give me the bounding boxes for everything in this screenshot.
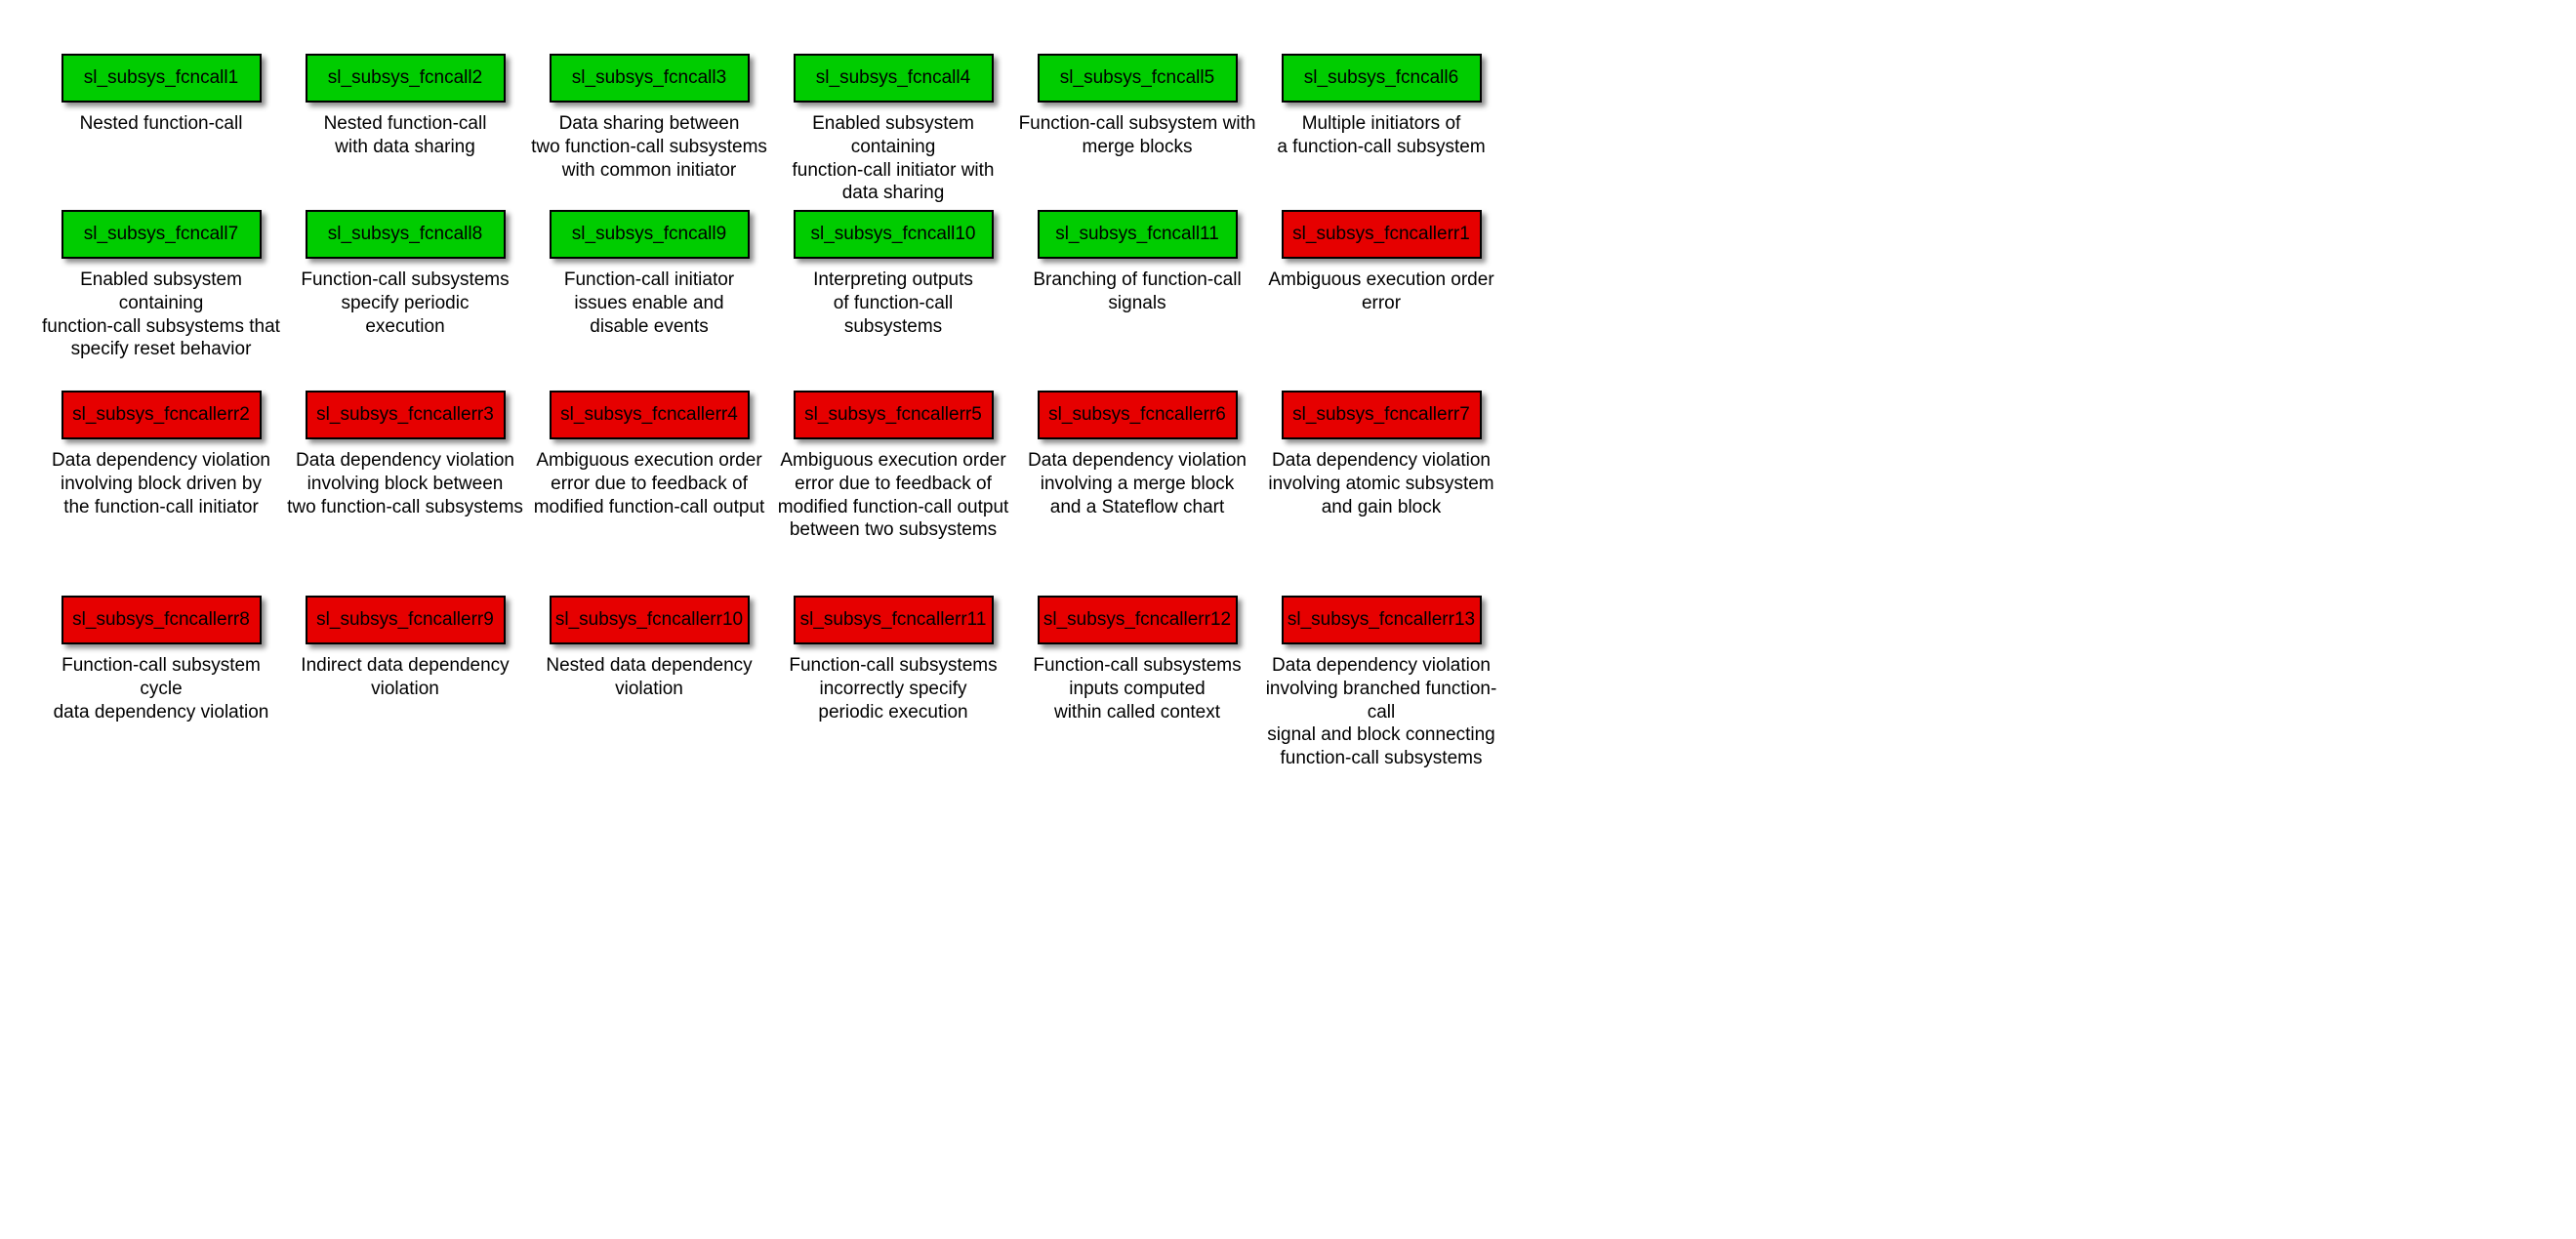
block-cell: sl_subsys_fcncall4 Enabled subsystem con…: [771, 54, 1015, 205]
block-caption: Data dependency violation involving bran…: [1259, 654, 1503, 770]
subsystem-block[interactable]: sl_subsys_fcncall1: [61, 54, 262, 103]
subsystem-block[interactable]: sl_subsys_fcncall9: [550, 210, 750, 259]
subsystem-block[interactable]: sl_subsys_fcncallerr12: [1038, 596, 1238, 644]
block-row: sl_subsys_fcncall1 Nested function-call …: [0, 54, 1503, 205]
block-cell: sl_subsys_fcncall9 Function-call initiat…: [527, 210, 771, 361]
subsystem-block[interactable]: sl_subsys_fcncallerr9: [306, 596, 506, 644]
block-cell: sl_subsys_fcncallerr5 Ambiguous executio…: [771, 391, 1015, 542]
block-caption: Enabled subsystem containing function-ca…: [771, 112, 1015, 205]
block-cell: sl_subsys_fcncallerr12 Function-call sub…: [1015, 596, 1259, 770]
block-caption: Data sharing between two function-call s…: [527, 112, 771, 182]
subsystem-block[interactable]: sl_subsys_fcncallerr4: [550, 391, 750, 439]
subsystem-block[interactable]: sl_subsys_fcncall3: [550, 54, 750, 103]
block-cell: sl_subsys_fcncallerr9 Indirect data depe…: [283, 596, 527, 770]
block-caption: Function-call subsystems specify periodi…: [283, 268, 527, 338]
block-caption: Function-call subsystem cycle data depen…: [39, 654, 283, 723]
block-cell: sl_subsys_fcncall6 Multiple initiators o…: [1259, 54, 1503, 205]
block-caption: Function-call initiator issues enable an…: [527, 268, 771, 338]
block-caption: Ambiguous execution order error: [1259, 268, 1503, 315]
subsystem-block[interactable]: sl_subsys_fcncall4: [794, 54, 994, 103]
subsystem-block[interactable]: sl_subsys_fcncall8: [306, 210, 506, 259]
block-row: sl_subsys_fcncall7 Enabled subsystem con…: [0, 210, 1503, 361]
subsystem-block[interactable]: sl_subsys_fcncallerr2: [61, 391, 262, 439]
subsystem-block[interactable]: sl_subsys_fcncallerr13: [1282, 596, 1482, 644]
subsystem-block[interactable]: sl_subsys_fcncallerr6: [1038, 391, 1238, 439]
block-caption: Ambiguous execution order error due to f…: [771, 449, 1015, 542]
block-caption: Function-call subsystems inputs computed…: [1015, 654, 1259, 723]
block-cell: sl_subsys_fcncall10 Interpreting outputs…: [771, 210, 1015, 361]
subsystem-block[interactable]: sl_subsys_fcncallerr11: [794, 596, 994, 644]
block-row: sl_subsys_fcncallerr8 Function-call subs…: [0, 596, 1503, 770]
block-caption: Data dependency violation involving atom…: [1259, 449, 1503, 518]
block-cell: sl_subsys_fcncallerr10 Nested data depen…: [527, 596, 771, 770]
block-cell: sl_subsys_fcncallerr3 Data dependency vi…: [283, 391, 527, 542]
block-cell: sl_subsys_fcncallerr7 Data dependency vi…: [1259, 391, 1503, 542]
block-caption: Nested function-call: [39, 112, 283, 136]
block-cell: sl_subsys_fcncall8 Function-call subsyst…: [283, 210, 527, 361]
block-caption: Ambiguous execution order error due to f…: [527, 449, 771, 518]
block-cell: sl_subsys_fcncall3 Data sharing between …: [527, 54, 771, 205]
block-caption: Indirect data dependency violation: [283, 654, 527, 701]
subsystem-block[interactable]: sl_subsys_fcncall5: [1038, 54, 1238, 103]
block-cell: sl_subsys_fcncallerr2 Data dependency vi…: [39, 391, 283, 542]
block-caption: Data dependency violation involving a me…: [1015, 449, 1259, 518]
subsystem-block[interactable]: sl_subsys_fcncallerr3: [306, 391, 506, 439]
subsystem-block[interactable]: sl_subsys_fcncallerr1: [1282, 210, 1482, 259]
block-cell: sl_subsys_fcncall11 Branching of functio…: [1015, 210, 1259, 361]
block-cell: sl_subsys_fcncallerr11 Function-call sub…: [771, 596, 1015, 770]
subsystem-block[interactable]: sl_subsys_fcncallerr10: [550, 596, 750, 644]
subsystem-block[interactable]: sl_subsys_fcncall2: [306, 54, 506, 103]
block-caption: Function-call subsystem with merge block…: [1015, 112, 1259, 159]
block-cell: sl_subsys_fcncall7 Enabled subsystem con…: [39, 210, 283, 361]
block-cell: sl_subsys_fcncall5 Function-call subsyst…: [1015, 54, 1259, 205]
block-caption: Function-call subsystems incorrectly spe…: [771, 654, 1015, 723]
block-caption: Branching of function-call signals: [1015, 268, 1259, 315]
block-caption: Data dependency violation involving bloc…: [39, 449, 283, 518]
block-caption: Nested function-call with data sharing: [283, 112, 527, 159]
block-cell: sl_subsys_fcncallerr13 Data dependency v…: [1259, 596, 1503, 770]
block-caption: Interpreting outputs of function-call su…: [771, 268, 1015, 338]
subsystem-block[interactable]: sl_subsys_fcncall10: [794, 210, 994, 259]
subsystem-block[interactable]: sl_subsys_fcncallerr5: [794, 391, 994, 439]
subsystem-block[interactable]: sl_subsys_fcncall7: [61, 210, 262, 259]
subsystem-block[interactable]: sl_subsys_fcncallerr8: [61, 596, 262, 644]
block-cell: sl_subsys_fcncallerr6 Data dependency vi…: [1015, 391, 1259, 542]
subsystem-block[interactable]: sl_subsys_fcncall11: [1038, 210, 1238, 259]
block-cell: sl_subsys_fcncallerr8 Function-call subs…: [39, 596, 283, 770]
block-cell: sl_subsys_fcncall1 Nested function-call: [39, 54, 283, 205]
block-cell: sl_subsys_fcncall2 Nested function-call …: [283, 54, 527, 205]
simulink-canvas[interactable]: sl_subsys_fcncall1 Nested function-call …: [0, 0, 2576, 1239]
block-cell: sl_subsys_fcncallerr1 Ambiguous executio…: [1259, 210, 1503, 361]
block-row: sl_subsys_fcncallerr2 Data dependency vi…: [0, 391, 1503, 542]
block-cell: sl_subsys_fcncallerr4 Ambiguous executio…: [527, 391, 771, 542]
block-caption: Enabled subsystem containing function-ca…: [39, 268, 283, 361]
block-caption: Multiple initiators of a function-call s…: [1259, 112, 1503, 159]
subsystem-block[interactable]: sl_subsys_fcncall6: [1282, 54, 1482, 103]
block-caption: Nested data dependency violation: [527, 654, 771, 701]
subsystem-block[interactable]: sl_subsys_fcncallerr7: [1282, 391, 1482, 439]
block-caption: Data dependency violation involving bloc…: [283, 449, 527, 518]
